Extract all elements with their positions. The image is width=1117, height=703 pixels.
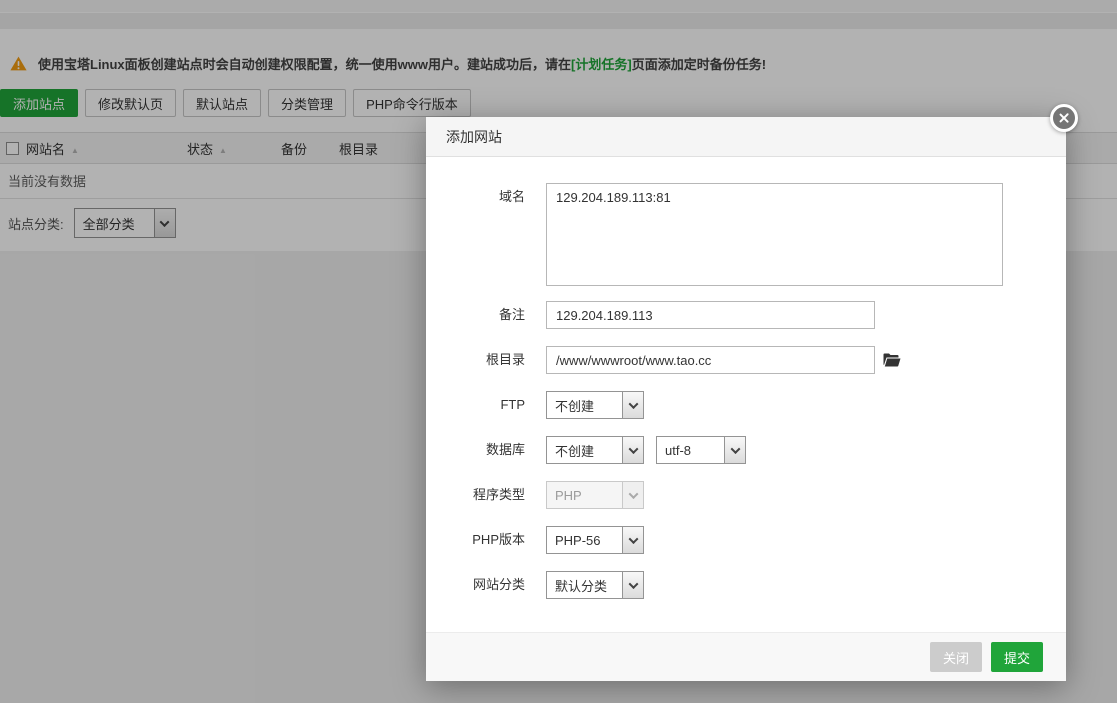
program-type-select: PHP <box>546 481 644 509</box>
add-website-form: 域名 129.204.189.113:81 备注 根目录 FTP 不创建 <box>426 157 1066 599</box>
root-dir-row: 根目录 <box>426 346 1066 374</box>
program-type-value: PHP <box>547 482 622 508</box>
ftp-label: FTP <box>446 391 525 419</box>
chevron-down-icon <box>622 572 643 598</box>
dialog-footer: 关闭 提交 <box>426 632 1066 681</box>
domain-label: 域名 <box>446 183 525 211</box>
dialog-close-button[interactable] <box>1050 104 1078 132</box>
domain-row: 域名 129.204.189.113:81 <box>426 183 1066 286</box>
database-select[interactable]: 不创建 <box>546 436 644 464</box>
chevron-down-icon <box>724 437 745 463</box>
chevron-down-icon <box>622 527 643 553</box>
database-charset-select[interactable]: utf-8 <box>656 436 746 464</box>
site-category-label: 网站分类 <box>446 571 525 599</box>
chevron-down-icon <box>622 437 643 463</box>
close-x-icon <box>1058 112 1070 124</box>
remark-input[interactable] <box>546 301 875 329</box>
site-category-select[interactable]: 默认分类 <box>546 571 644 599</box>
database-select-value: 不创建 <box>547 437 622 463</box>
database-row: 数据库 不创建 utf-8 <box>426 436 1066 464</box>
add-website-dialog: 添加网站 域名 129.204.189.113:81 备注 根目录 FTP 不创… <box>426 117 1066 681</box>
program-type-label: 程序类型 <box>446 481 525 509</box>
program-type-row: 程序类型 PHP <box>426 481 1066 509</box>
php-version-select[interactable]: PHP-56 <box>546 526 644 554</box>
php-version-label: PHP版本 <box>446 526 525 554</box>
submit-button[interactable]: 提交 <box>991 642 1043 672</box>
chevron-down-icon <box>622 392 643 418</box>
dialog-title: 添加网站 <box>446 127 502 147</box>
domain-textarea[interactable]: 129.204.189.113:81 <box>546 183 1003 286</box>
remark-label: 备注 <box>446 301 525 329</box>
close-button[interactable]: 关闭 <box>930 642 982 672</box>
site-category-value: 默认分类 <box>547 572 622 598</box>
dialog-header: 添加网站 <box>426 117 1066 157</box>
ftp-select[interactable]: 不创建 <box>546 391 644 419</box>
folder-open-icon[interactable] <box>883 353 901 367</box>
root-dir-label: 根目录 <box>446 346 525 374</box>
php-version-value: PHP-56 <box>547 527 622 553</box>
chevron-down-icon <box>622 482 643 508</box>
ftp-select-value: 不创建 <box>547 392 622 418</box>
database-label: 数据库 <box>446 436 525 464</box>
database-charset-value: utf-8 <box>657 437 724 463</box>
php-version-row: PHP版本 PHP-56 <box>426 526 1066 554</box>
site-category-row: 网站分类 默认分类 <box>426 571 1066 599</box>
root-dir-input[interactable] <box>546 346 875 374</box>
remark-row: 备注 <box>426 301 1066 329</box>
ftp-row: FTP 不创建 <box>426 391 1066 419</box>
